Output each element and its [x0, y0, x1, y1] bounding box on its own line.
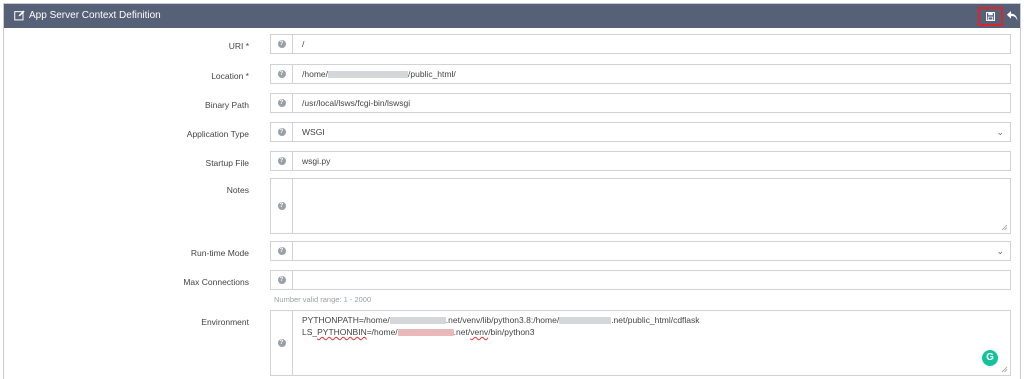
env-text: PYTHONPATH=/home/: [302, 315, 390, 325]
panel-header: App Server Context Definition: [4, 4, 1020, 28]
env-text: .net/: [453, 327, 471, 337]
environment-textarea[interactable]: PYTHONPATH=/home/ .net/venv/lib/python3.8…: [292, 310, 1011, 376]
undo-arrow-icon[interactable]: [1006, 10, 1018, 22]
max-connections-hint: Number valid range: 1 - 2000: [274, 295, 372, 304]
question-circle-icon: ?: [277, 70, 286, 78]
environment-line-1: PYTHONPATH=/home/ .net/venv/lib/python3.8…: [302, 314, 1001, 326]
question-circle-icon: ?: [277, 99, 286, 107]
location-suffix: /public_html/: [408, 69, 456, 79]
redacted-blur: [397, 329, 454, 337]
uri-input[interactable]: /: [292, 34, 1011, 54]
env-text: PYTHONBIN: [317, 327, 367, 337]
env-text: LS_: [302, 327, 318, 337]
max-connections-input[interactable]: [292, 270, 1011, 290]
redacted-blur: [559, 317, 612, 325]
question-circle-icon: ?: [277, 157, 286, 165]
location-help[interactable]: ?: [270, 64, 292, 84]
environment-help[interactable]: ?: [270, 310, 292, 376]
question-circle-icon: ?: [277, 247, 286, 255]
floppy-disk-icon: [986, 12, 995, 21]
env-text: .net/public_html/cdflask: [611, 315, 700, 325]
runtime-mode-help[interactable]: ?: [270, 241, 292, 261]
application-type-help[interactable]: ?: [270, 122, 292, 142]
chevron-down-icon: ⌄: [996, 246, 1004, 256]
location-label: Location *: [211, 71, 249, 81]
env-text: .net/venv/lib/python3.8:/home/: [445, 315, 560, 325]
application-type-select[interactable]: WSGI ⌄: [292, 122, 1011, 142]
startup-file-help[interactable]: ?: [270, 151, 292, 171]
runtime-mode-select[interactable]: ⌄: [292, 241, 1011, 261]
binary-path-label: Binary Path: [205, 100, 249, 110]
binary-path-help[interactable]: ?: [270, 93, 292, 113]
runtime-mode-label: Run-time Mode: [190, 248, 249, 258]
question-circle-icon: ?: [277, 128, 286, 136]
redacted-blur: [389, 317, 446, 325]
notes-help[interactable]: ?: [270, 178, 292, 234]
location-input[interactable]: /home/ /public_html/: [292, 64, 1011, 84]
env-text: /bin/python3: [488, 327, 535, 337]
redacted-blur: [328, 71, 408, 79]
edit-icon: [14, 10, 25, 21]
startup-file-input[interactable]: wsgi.py: [292, 151, 1011, 171]
uri-label: URI *: [228, 41, 249, 51]
startup-file-label: Startup File: [205, 158, 249, 168]
resize-handle-icon[interactable]: [1001, 366, 1008, 373]
max-connections-label: Max Connections: [183, 277, 249, 287]
env-text: venv: [470, 327, 489, 337]
resize-handle-icon[interactable]: [1001, 224, 1008, 231]
environment-label: Environment: [201, 317, 249, 327]
save-button[interactable]: [978, 7, 1003, 26]
question-circle-icon: ?: [277, 202, 286, 210]
question-circle-icon: ?: [277, 40, 286, 48]
notes-textarea[interactable]: [292, 178, 1011, 234]
chevron-down-icon: ⌄: [996, 127, 1004, 137]
application-type-label: Application Type: [186, 129, 249, 139]
application-type-value: WSGI: [302, 127, 325, 137]
env-text: =/home/: [366, 327, 398, 337]
panel-title: App Server Context Definition: [29, 10, 161, 21]
notes-label: Notes: [226, 185, 249, 195]
question-circle-icon: ?: [277, 339, 286, 347]
question-circle-icon: ?: [277, 276, 286, 284]
grammarly-icon[interactable]: G: [982, 350, 998, 366]
environment-line-2: LS_PYTHONBIN=/home/ .net/venv/bin/python3: [302, 326, 1001, 338]
location-prefix: /home/: [302, 69, 328, 79]
binary-path-input[interactable]: /usr/local/lsws/fcgi-bin/lswsgi: [292, 93, 1011, 113]
uri-help[interactable]: ?: [270, 34, 292, 54]
max-connections-help[interactable]: ?: [270, 270, 292, 290]
context-definition-panel: App Server Context Definition URI * ? / …: [3, 3, 1021, 379]
